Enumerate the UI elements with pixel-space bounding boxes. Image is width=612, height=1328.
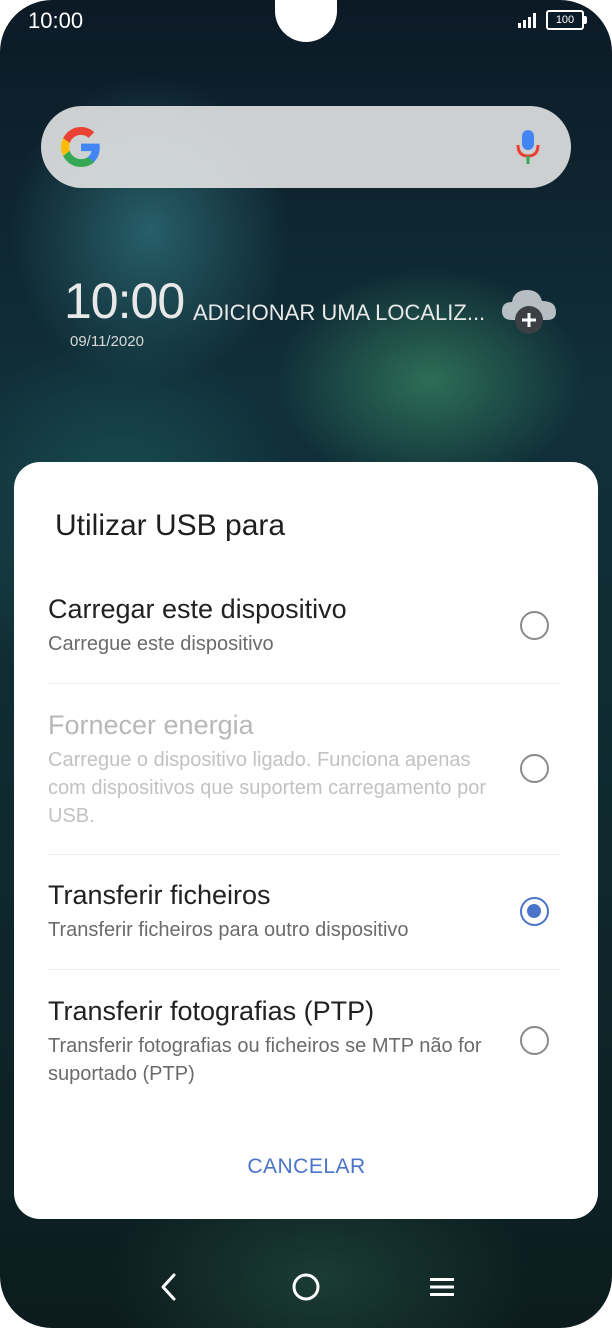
home-icon[interactable] [291,1272,321,1302]
status-icons: 100 [518,10,587,30]
google-search-bar[interactable] [41,106,571,188]
google-logo [61,127,100,167]
option-subtitle: Transferir fotografias ou ficheiros se M… [48,1035,482,1085]
divider [48,683,560,684]
option-title: Carregar este dispositivo [48,594,347,624]
dialog-title: Utilizar USB para [55,509,286,542]
divider [48,854,560,855]
signal-icon [518,12,536,28]
menu-icon[interactable] [428,1272,456,1302]
battery-icon: 100 [546,10,587,30]
add-location-link[interactable]: ADICIONAR UMA LOCALIZ... [193,300,485,326]
divider [48,969,560,970]
radio-supply-power [520,754,549,783]
option-supply-power: Fornecer energia Carregue o dispositivo … [48,708,488,830]
clock-date: 09/11/2020 [70,333,144,350]
option-title: Fornecer energia [48,710,254,740]
option-title: Transferir ficheiros [48,880,271,910]
cancel-button[interactable]: CANCELAR [214,1142,399,1192]
option-transfer-files[interactable]: Transferir ficheiros Transferir ficheiro… [48,878,564,944]
mic-icon[interactable] [515,129,541,165]
option-subtitle: Carregue o dispositivo ligado. Funciona … [48,749,486,827]
radio-transfer-photos[interactable] [520,1026,549,1055]
option-subtitle: Transferir ficheiros para outro disposit… [48,919,409,941]
weather-add-icon[interactable] [500,282,560,338]
radio-transfer-files[interactable] [520,897,549,926]
option-subtitle: Carregue este dispositivo [48,633,274,655]
status-time: 10:00 [28,8,84,33]
option-title: Transferir fotografias (PTP) [48,996,375,1026]
back-icon[interactable] [158,1272,182,1302]
camera-notch [275,0,337,42]
radio-charge-device[interactable] [520,611,549,640]
option-charge-device[interactable]: Carregar este dispositivo Carregue este … [48,592,564,658]
phone-screen: 10:00 100 10:00 ADICIONAR UMA LOCALIZ...… [0,0,612,1328]
clock-time[interactable]: 10:00 [64,272,185,330]
option-transfer-photos[interactable]: Transferir fotografias (PTP) Transferir … [48,994,493,1088]
usb-mode-dialog: Utilizar USB para Carregar este disposit… [14,462,598,1219]
